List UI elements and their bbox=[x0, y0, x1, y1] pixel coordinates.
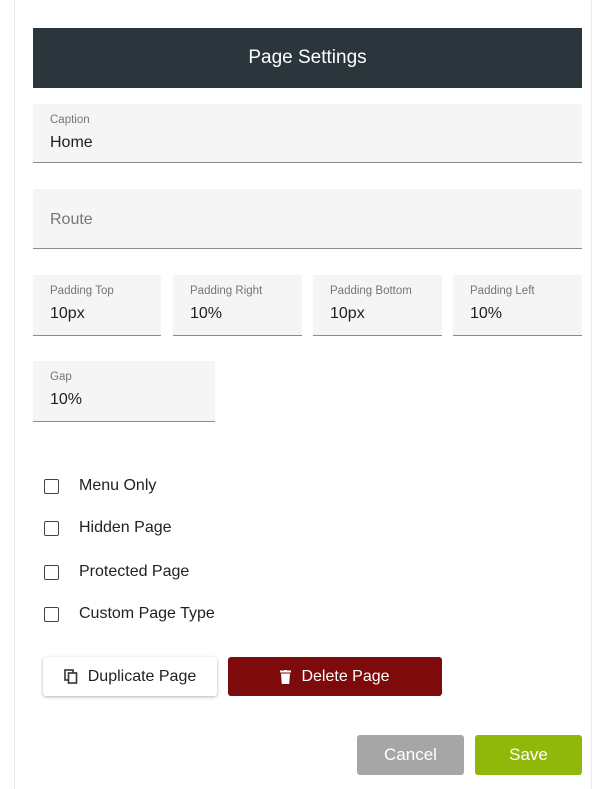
padding-right-field[interactable]: Padding Right 10% bbox=[173, 275, 302, 336]
hidden-page-checkbox[interactable]: Hidden Page bbox=[44, 518, 172, 538]
checkbox-box[interactable] bbox=[44, 520, 59, 536]
checkbox-label: Menu Only bbox=[79, 477, 157, 494]
cancel-button[interactable]: Cancel bbox=[357, 735, 464, 775]
gap-label: Gap bbox=[50, 371, 72, 383]
duplicate-page-button[interactable]: Duplicate Page bbox=[43, 657, 217, 696]
trash-icon bbox=[280, 669, 292, 684]
padding-top-field[interactable]: Padding Top 10px bbox=[33, 275, 161, 336]
checkbox-box[interactable] bbox=[44, 478, 59, 494]
panel-left-edge bbox=[14, 0, 15, 789]
padding-left-value: 10% bbox=[470, 305, 503, 322]
checkbox-box[interactable] bbox=[44, 564, 59, 580]
checkbox-label: Hidden Page bbox=[79, 519, 172, 536]
padding-bottom-value: 10px bbox=[330, 305, 365, 322]
custom-page-type-checkbox[interactable]: Custom Page Type bbox=[44, 604, 215, 624]
padding-left-field[interactable]: Padding Left 10% bbox=[453, 275, 582, 336]
padding-left-label: Padding Left bbox=[470, 285, 535, 297]
gap-value: 10% bbox=[50, 391, 83, 408]
copy-icon bbox=[63, 669, 78, 684]
padding-top-value: 10px bbox=[50, 305, 85, 322]
dialog-header: Page Settings bbox=[33, 28, 582, 88]
route-field[interactable]: Route bbox=[33, 189, 582, 249]
checkbox-box[interactable] bbox=[44, 606, 59, 622]
padding-top-label: Padding Top bbox=[50, 285, 114, 297]
padding-right-value: 10% bbox=[190, 305, 223, 322]
checkbox-label: Custom Page Type bbox=[79, 605, 215, 622]
caption-field[interactable]: Caption Home bbox=[33, 104, 582, 163]
cancel-label: Cancel bbox=[384, 745, 437, 764]
caption-value: Home bbox=[50, 134, 93, 151]
menu-only-checkbox[interactable]: Menu Only bbox=[44, 476, 156, 496]
save-button[interactable]: Save bbox=[475, 735, 582, 775]
delete-page-button[interactable]: Delete Page bbox=[228, 657, 442, 696]
save-label: Save bbox=[509, 745, 548, 764]
duplicate-page-label: Duplicate Page bbox=[87, 667, 197, 685]
caption-label: Caption bbox=[50, 114, 90, 126]
padding-right-label: Padding Right bbox=[190, 285, 263, 297]
delete-page-label: Delete Page bbox=[301, 667, 390, 685]
gap-field[interactable]: Gap 10% bbox=[33, 361, 215, 422]
padding-bottom-field[interactable]: Padding Bottom 10px bbox=[313, 275, 442, 336]
checkbox-label: Protected Page bbox=[79, 563, 190, 580]
dialog-title: Page Settings bbox=[248, 47, 367, 68]
panel-right-edge bbox=[591, 0, 592, 789]
protected-page-checkbox[interactable]: Protected Page bbox=[44, 562, 189, 582]
padding-bottom-label: Padding Bottom bbox=[330, 285, 412, 297]
route-placeholder: Route bbox=[50, 211, 93, 228]
